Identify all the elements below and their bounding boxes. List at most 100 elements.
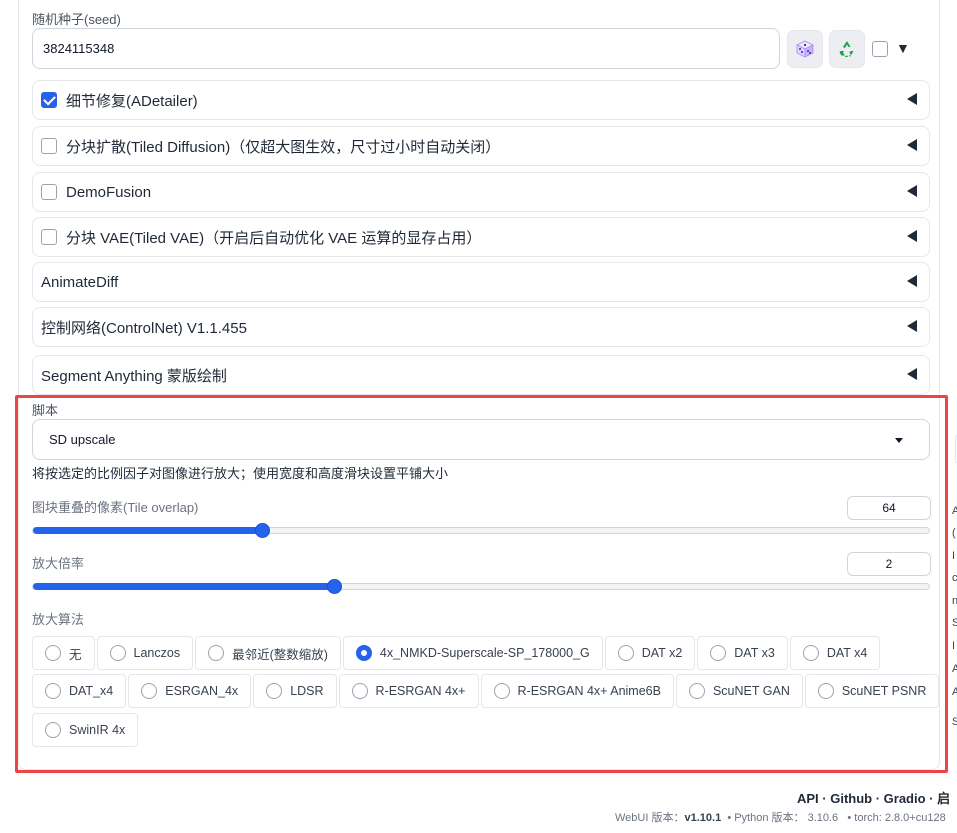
accordion-label: DemoFusion (66, 183, 152, 201)
tile-overlap-slider[interactable] (32, 523, 930, 538)
dice-icon (796, 40, 814, 58)
script-selected-value: SD upscale (49, 432, 116, 447)
right-edge-text: I (952, 640, 956, 652)
slider-thumb[interactable] (255, 523, 270, 538)
radio-label: DAT x4 (826, 646, 868, 660)
radio-button[interactable] (208, 645, 225, 661)
slider-fill (33, 527, 262, 534)
radio-label: Lanczos (133, 646, 181, 660)
tiled-vae-checkbox[interactable] (41, 229, 57, 245)
footer-links[interactable]: API · Github · Gradio · 启 (797, 788, 950, 807)
accordion-segment-anything[interactable]: Segment Anything 蒙版绘制 (32, 355, 930, 395)
accordion-label: Segment Anything 蒙版绘制 (41, 367, 227, 385)
radio-button[interactable] (688, 683, 705, 699)
accordion-label: 细节修复(ADetailer) (66, 92, 198, 110)
upscaler-option[interactable]: R-ESRGAN 4x+ Anime6B (480, 674, 674, 708)
scale-factor-slider[interactable] (32, 579, 930, 594)
right-edge-text: ( (952, 527, 956, 539)
accordion-label: 控制网络(ControlNet) V1.1.455 (41, 319, 247, 337)
radio-label: DAT_x4 (69, 684, 114, 698)
footer-version: WebUI 版本：v1.10.1 • Python 版本： 3.10.6 • t… (615, 809, 946, 825)
tile-overlap-input[interactable]: 64 (847, 496, 931, 520)
radio-label: R-ESRGAN 4x+ Anime6B (517, 684, 661, 698)
upscaler-option[interactable]: R-ESRGAN 4x+ (338, 674, 479, 708)
upscaler-option[interactable]: ScuNET GAN (675, 674, 803, 708)
upscaler-row: 无 Lanczos 最邻近(整数缩放) 4x_NMKD-Superscale-SP_1… (32, 636, 882, 670)
accordion-demofusion[interactable]: DemoFusion (32, 172, 930, 212)
collapse-arrow-icon[interactable] (907, 230, 917, 242)
upscaler-option[interactable]: Lanczos (96, 636, 194, 670)
accordion-animatediff[interactable]: AnimateDiff (32, 262, 930, 302)
torch-version: • torch: 2.8.0+cu128 (847, 812, 946, 824)
right-edge-text: I (952, 550, 956, 562)
seed-input[interactable]: 3824115348 (32, 28, 780, 69)
reuse-seed-button[interactable] (829, 30, 865, 68)
upscaler-option[interactable]: LDSR (253, 674, 337, 708)
radio-label: DAT x2 (641, 646, 683, 660)
radio-button[interactable] (493, 683, 510, 699)
radio-button[interactable] (141, 683, 158, 699)
radio-button[interactable] (355, 645, 372, 661)
chevron-down-icon (895, 438, 903, 443)
upscaler-option[interactable]: SwinIR 4x (32, 713, 139, 747)
extra-seed-checkbox[interactable] (872, 41, 888, 57)
collapse-arrow-icon[interactable] (907, 139, 917, 151)
radio-label: DAT x3 (734, 646, 775, 660)
radio-button[interactable] (802, 645, 819, 661)
radio-label: ESRGAN_4x (165, 684, 239, 698)
extra-seed-dropdown-icon[interactable]: ▼ (896, 40, 910, 56)
upscaler-option[interactable]: DAT x2 (604, 636, 696, 670)
radio-label: R-ESRGAN 4x+ (375, 684, 466, 698)
accordion-tiled-vae[interactable]: 分块 VAE(Tiled VAE)（开启后自动优化 VAE 运算的显存占用） (32, 217, 930, 257)
tile-overlap-label: 图块重叠的像素(Tile overlap) (32, 500, 199, 515)
radio-button[interactable] (351, 683, 368, 699)
collapse-arrow-icon[interactable] (907, 275, 917, 287)
accordion-adetailer[interactable]: 细节修复(ADetailer) (32, 80, 930, 120)
script-description: 将按选定的比例因子对图像进行放大；使用宽度和高度滑块设置平铺大小 (32, 466, 449, 481)
upscaler-label: 放大算法 (32, 612, 85, 627)
right-edge-text: S (952, 716, 957, 728)
tiled-diffusion-checkbox[interactable] (41, 138, 57, 154)
right-edge-text: A (952, 505, 957, 517)
recycle-icon (839, 41, 854, 57)
accordion-label: 分块 VAE(Tiled VAE)（开启后自动优化 VAE 运算的显存占用） (66, 229, 482, 247)
right-edge-text: A (952, 686, 957, 698)
accordion-tiled-diffusion[interactable]: 分块扩散(Tiled Diffusion)（仅超大图生效，尺寸过小时自动关闭） (32, 126, 930, 166)
radio-label: ScuNET PSNR (841, 684, 927, 698)
upscaler-option[interactable]: 最邻近(整数缩放) (195, 636, 341, 670)
collapse-arrow-icon[interactable] (907, 93, 917, 105)
random-seed-button[interactable] (787, 30, 823, 68)
adetailer-checkbox[interactable] (41, 92, 57, 108)
script-label: 脚本 (32, 403, 59, 418)
radio-label: ScuNET GAN (712, 684, 790, 698)
python-version-prefix: • Python 版本： (727, 812, 805, 824)
upscaler-option[interactable]: ScuNET PSNR (804, 674, 940, 708)
script-select[interactable]: SD upscale (32, 419, 930, 460)
upscaler-option[interactable]: DAT x3 (697, 636, 788, 670)
radio-button[interactable] (817, 683, 834, 699)
accordion-controlnet[interactable]: 控制网络(ControlNet) V1.1.455 (32, 307, 930, 347)
webui-version-prefix: WebUI 版本： (615, 812, 685, 824)
radio-button[interactable] (710, 645, 727, 661)
upscaler-option[interactable]: ESRGAN_4x (128, 674, 252, 708)
radio-button[interactable] (266, 683, 283, 699)
demofusion-checkbox[interactable] (41, 184, 57, 200)
slider-thumb[interactable] (327, 579, 342, 594)
collapse-arrow-icon[interactable] (907, 368, 917, 380)
radio-button[interactable] (45, 722, 61, 738)
scale-factor-label: 放大倍率 (32, 556, 85, 571)
upscaler-option[interactable]: DAT x4 (789, 636, 881, 670)
scale-factor-input[interactable]: 2 (847, 552, 931, 576)
collapse-arrow-icon[interactable] (907, 320, 917, 332)
radio-label: LDSR (290, 684, 324, 698)
radio-label: 4x_NMKD-Superscale-SP_178000_G (379, 646, 590, 660)
radio-button[interactable] (45, 683, 61, 699)
upscaler-option[interactable]: 无 (32, 636, 95, 670)
upscaler-option[interactable]: 4x_NMKD-Superscale-SP_178000_G (342, 636, 603, 670)
radio-button[interactable] (45, 645, 61, 661)
upscaler-option[interactable]: DAT_x4 (32, 674, 127, 708)
radio-button[interactable] (109, 645, 126, 661)
seed-label: 随机种子(seed) (32, 12, 121, 27)
collapse-arrow-icon[interactable] (907, 185, 917, 197)
radio-button[interactable] (617, 645, 634, 661)
